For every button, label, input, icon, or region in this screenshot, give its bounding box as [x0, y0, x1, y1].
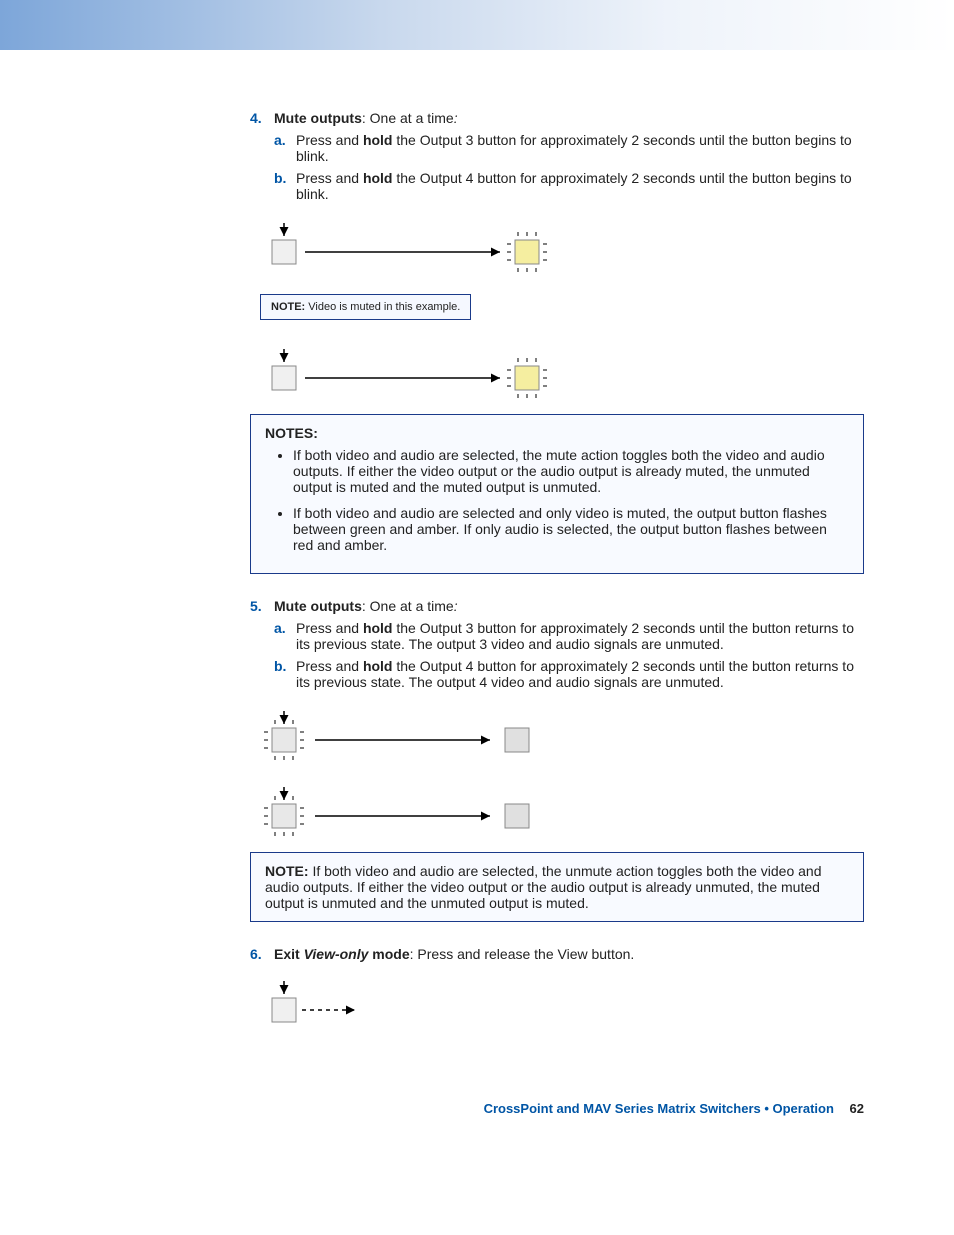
step-colon: : [454, 110, 458, 126]
footer-title: CrossPoint and MAV Series Matrix Switche… [484, 1101, 834, 1116]
substep-number: b. [274, 658, 296, 690]
page-content: 4. Mute outputs: One at a time: a. Press… [0, 50, 954, 1101]
note-text: Video is muted in this example. [305, 301, 460, 313]
step-number: 5. [250, 598, 274, 614]
note-box-2: NOTE: If both video and audio are select… [250, 852, 864, 922]
diagram-mute-2 [260, 344, 864, 404]
header-gradient-bar [0, 0, 954, 50]
diagram-view-release [260, 978, 864, 1033]
note-label: NOTE: [271, 301, 305, 313]
step-5a: a. Press and hold the Output 3 button fo… [274, 620, 864, 652]
diagram-mute-1 [260, 218, 864, 278]
step-title-bold: Mute outputs [274, 110, 362, 126]
step6-rest: : Press and release the View button. [410, 946, 635, 962]
step-4: 4. Mute outputs: One at a time: [250, 110, 864, 126]
step-title-rest: : One at a time [362, 598, 454, 614]
substep-number: a. [274, 132, 296, 164]
text-pre: Press and [296, 620, 363, 636]
text-bold: hold [363, 170, 393, 186]
text-bold: hold [363, 620, 393, 636]
step6-bold2: mode [368, 946, 409, 962]
step-6: 6. Exit View-only mode: Press and releas… [250, 946, 864, 962]
text-bold: hold [363, 658, 393, 674]
step-title-bold: Mute outputs [274, 598, 362, 614]
step6-italic: View-only [304, 946, 369, 962]
notes-title: NOTES: [265, 425, 849, 441]
page-number: 62 [850, 1101, 864, 1116]
substep-number: a. [274, 620, 296, 652]
step6-bold1: Exit [274, 946, 304, 962]
notes-box: NOTES: If both video and audio are selec… [250, 414, 864, 574]
step-colon: : [454, 598, 458, 614]
step-5: 5. Mute outputs: One at a time: [250, 598, 864, 614]
text-bold: hold [363, 132, 393, 148]
text-pre: Press and [296, 132, 363, 148]
notes-item: If both video and audio are selected and… [293, 505, 849, 553]
note-text: If both video and audio are selected, th… [265, 863, 821, 911]
text-pre: Press and [296, 170, 363, 186]
step-5b: b. Press and hold the Output 4 button fo… [274, 658, 864, 690]
step-number: 4. [250, 110, 274, 126]
inline-note-box: NOTE: Video is muted in this example. [260, 294, 471, 320]
text-pre: Press and [296, 658, 363, 674]
step-number: 6. [250, 946, 274, 962]
page-footer: CrossPoint and MAV Series Matrix Switche… [0, 1101, 954, 1146]
step-4a: a. Press and hold the Output 3 button fo… [274, 132, 864, 164]
note-label: NOTE: [265, 863, 309, 879]
notes-item: If both video and audio are selected, th… [293, 447, 849, 495]
step-4b: b. Press and hold the Output 4 button fo… [274, 170, 864, 202]
substep-number: b. [274, 170, 296, 202]
diagram-unmute-2 [260, 782, 864, 842]
step-title-rest: : One at a time [362, 110, 454, 126]
diagram-unmute-1 [260, 706, 864, 766]
